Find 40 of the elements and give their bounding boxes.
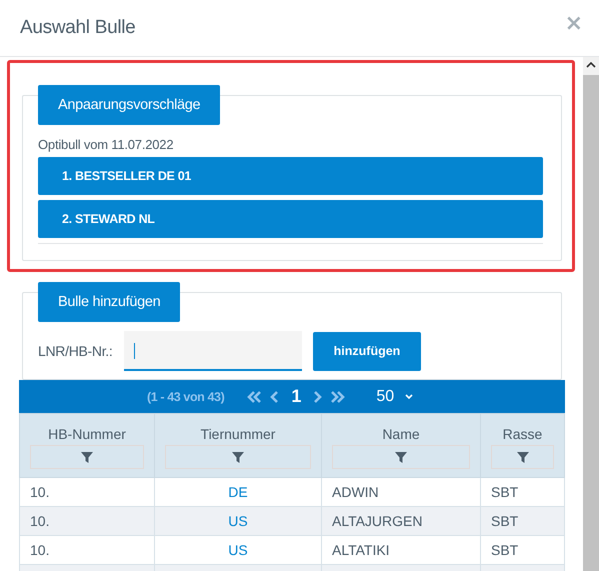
page-range: (1 - 43 von 43)	[147, 390, 224, 404]
filter-field[interactable]	[491, 445, 554, 469]
add-button[interactable]: hinzufügen	[313, 332, 421, 370]
filter-field[interactable]	[165, 445, 311, 469]
table-link[interactable]: DE	[228, 484, 248, 500]
dialog-title: Auswahl Bulle	[20, 17, 136, 39]
suggestion-button[interactable]: 2. STEWARD NL	[38, 200, 543, 238]
table-cell: 10.	[30, 542, 50, 558]
close-button[interactable]: ×	[564, 10, 583, 36]
filter-field[interactable]	[30, 445, 144, 469]
column-header[interactable]: Rasse	[491, 426, 554, 442]
table-cell: 10.	[30, 513, 50, 529]
table-link[interactable]: US	[228, 542, 248, 558]
filter-field[interactable]	[332, 445, 470, 469]
input-field[interactable]	[124, 331, 302, 371]
filter-icon[interactable]	[231, 450, 245, 464]
page-size-dropdown[interactable]: 50	[376, 388, 414, 406]
field-label: LNR/HB-Nr.:	[38, 343, 114, 359]
source-text: Optibull vom 11.07.2022	[38, 137, 174, 152]
chevron-down-icon	[404, 392, 414, 400]
table-cell: 10.	[30, 484, 50, 500]
suggestion-button[interactable]: 1. BESTSELLER DE 01	[38, 157, 543, 195]
previous-page-icon[interactable]	[270, 390, 280, 404]
table-cell: SBT	[491, 513, 518, 529]
filter-icon[interactable]	[516, 450, 530, 464]
first-page-icon[interactable]	[246, 390, 262, 404]
table-cell: ADWIN	[332, 484, 379, 500]
section-legend: Bulle hinzufügen	[38, 282, 180, 322]
current-page[interactable]: 1	[288, 386, 304, 407]
filter-icon[interactable]	[80, 450, 94, 464]
filter-icon[interactable]	[394, 450, 408, 464]
table-cell: SBT	[491, 484, 518, 500]
table-cell: ALTATIKI	[332, 542, 390, 558]
table-cell: ALTAJURGEN	[332, 513, 422, 529]
section-legend: Anpaarungsvorschläge	[38, 85, 220, 125]
next-page-icon[interactable]	[312, 390, 322, 404]
text-cursor	[134, 343, 135, 359]
table-cell: SBT	[491, 542, 518, 558]
table-link[interactable]: US	[228, 513, 248, 529]
last-page-icon[interactable]	[330, 390, 346, 404]
